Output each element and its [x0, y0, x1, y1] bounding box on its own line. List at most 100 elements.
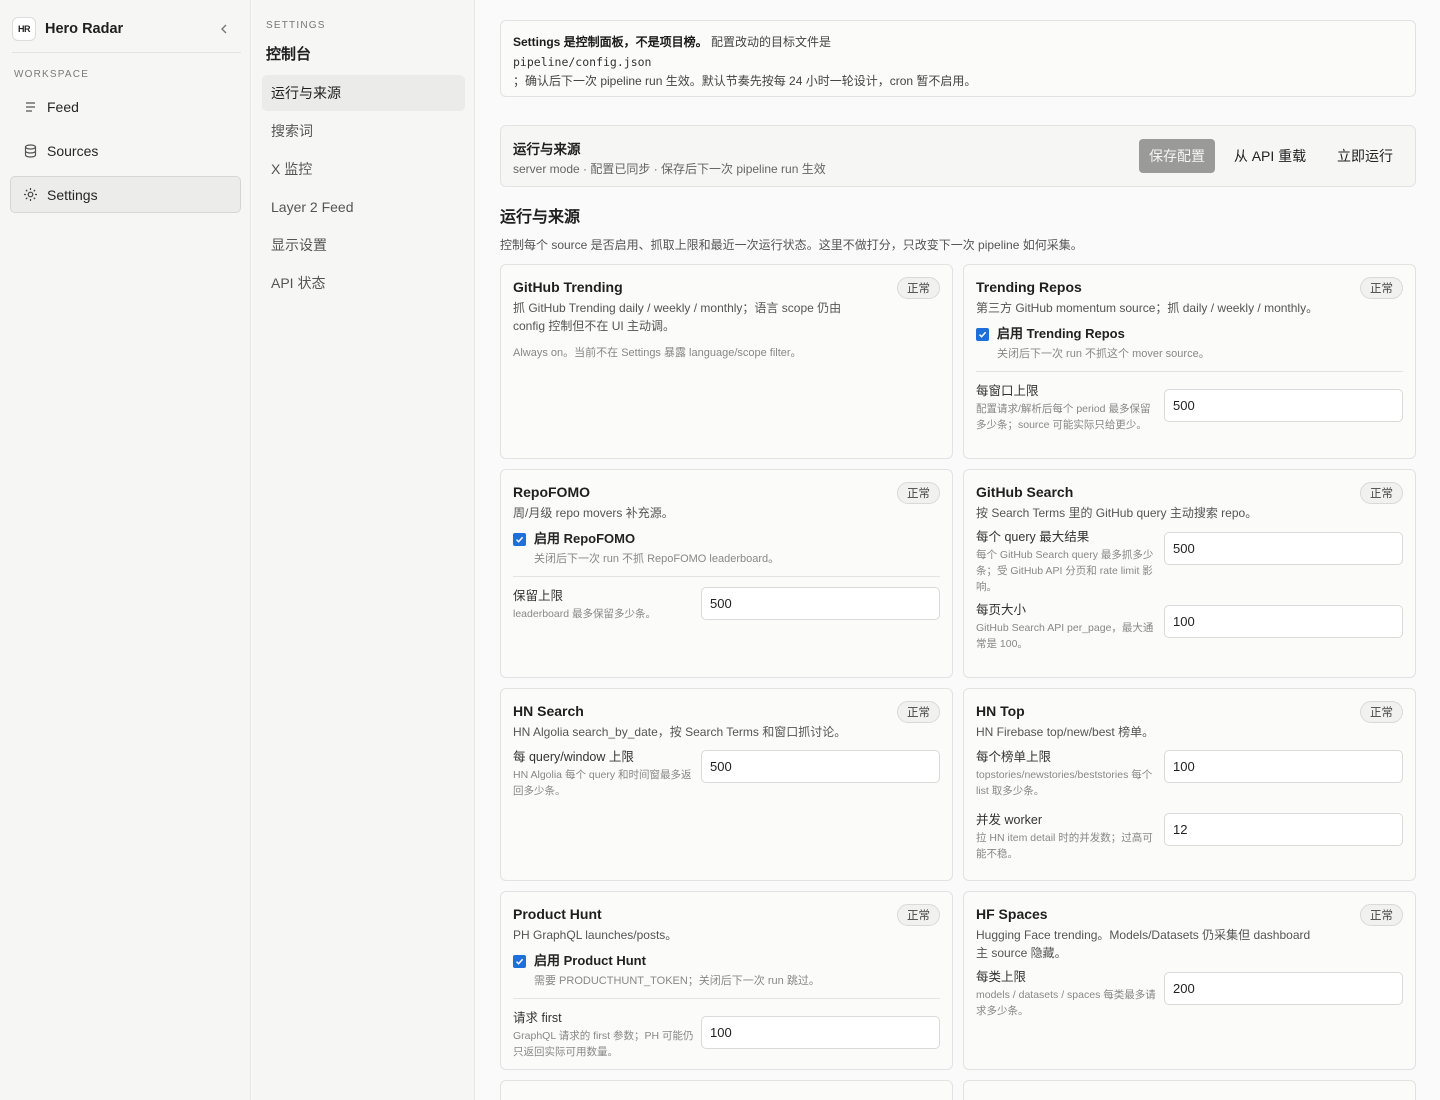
- source-card-next-left: [500, 1080, 953, 1100]
- card-description: 按 Search Terms 里的 GitHub query 主动搜索 repo…: [976, 506, 1258, 520]
- field-label: 每个 query 最大结果: [976, 530, 1090, 544]
- field-label: 每页大小: [976, 603, 1027, 617]
- status-badge: 正常: [897, 277, 940, 299]
- run-bar-title: 运行与来源: [513, 142, 581, 157]
- card-description: 周/月级 repo movers 补充源。: [513, 506, 674, 520]
- field-row: 每类上限 models / datasets / spaces 每类最多请求多少条…: [976, 968, 1403, 1019]
- status-badge: 正常: [897, 701, 940, 723]
- status-badge: 正常: [1360, 701, 1403, 723]
- card-description: 抓 GitHub Trending daily / weekly / month…: [513, 301, 842, 333]
- field-label: 每 query/window 上限: [513, 750, 634, 764]
- notice-apply-text: ；确认后下一次 pipeline run 生效。默认节奏先按每 24 小时一轮设…: [513, 74, 977, 88]
- source-card-hn-search: HN Search 正常 HN Algolia search_by_date，按 …: [500, 688, 953, 881]
- nav-item-settings[interactable]: Settings: [10, 176, 241, 213]
- gear-icon: [22, 187, 38, 203]
- run-now-button[interactable]: 立即运行: [1327, 139, 1403, 173]
- toggle-help: 需要 PRODUCTHUNT_TOKEN；关闭后下一次 run 跳过。: [534, 975, 820, 987]
- run-bar-status: server mode · 配置已同步 · 保存后下一次 pipeline ru…: [513, 162, 826, 176]
- field-help: GraphQL 请求的 first 参数；PH 可能仍只返回实际可用数量。: [513, 1030, 694, 1058]
- card-title: GitHub Trending: [513, 279, 623, 295]
- page-size-input[interactable]: 100: [1164, 605, 1403, 638]
- field-row: 每个 query 最大结果每个 GitHub Search query 最多抓多…: [976, 528, 1403, 595]
- nav-item-label: Feed: [47, 98, 79, 115]
- request-first-input[interactable]: 100: [701, 1016, 940, 1049]
- card-title: Product Hunt: [513, 906, 602, 922]
- per-window-limit-input[interactable]: 500: [1164, 389, 1403, 422]
- card-description: Hugging Face trending。Models/Datasets 仍采…: [976, 928, 1311, 960]
- field-help: models / datasets / spaces 每类最多请求多少条。: [976, 989, 1156, 1017]
- card-title: HF Spaces: [976, 906, 1048, 922]
- workspace-label: WORKSPACE: [14, 69, 90, 80]
- field-help: HN Algolia 每个 query 和时间窗最多返回多少条。: [513, 769, 692, 797]
- source-card-github-trending: GitHub Trending 正常 抓 GitHub Trending dail…: [500, 264, 953, 459]
- enable-toggle-row: 启用 Trending Repos 关闭后下一次 run 不抓这个 mover s…: [976, 325, 1403, 372]
- settings-kicker: SETTINGS: [266, 20, 326, 31]
- settings-nav-list: 运行与来源 搜索词 X 监控 Layer 2 Feed 显示设置 API 状态: [262, 75, 465, 303]
- toggle-label: 启用 Product Hunt: [534, 953, 646, 968]
- enable-trending-repos-checkbox[interactable]: [976, 328, 989, 341]
- retain-limit-input[interactable]: 500: [701, 587, 940, 620]
- field-row: 每页大小 GitHub Search API per_page，最大通常是 100…: [976, 601, 1403, 652]
- field-help: 每个 GitHub Search query 最多抓多少条；受 GitHub A…: [976, 549, 1154, 593]
- collapse-sidebar-button[interactable]: [213, 18, 235, 40]
- chevron-left-icon: [221, 24, 227, 34]
- settings-nav-item-run-sources[interactable]: 运行与来源: [262, 75, 465, 111]
- status-badge: 正常: [897, 904, 940, 926]
- check-icon: [978, 331, 987, 338]
- card-note: Always on。当前不在 Settings 暴露 language/scop…: [513, 347, 802, 359]
- status-badge: 正常: [1360, 482, 1403, 504]
- concurrent-workers-input[interactable]: 12: [1164, 813, 1403, 846]
- section-title: 运行与来源: [500, 209, 581, 226]
- source-card-github-search: GitHub Search 正常 按 Search Terms 里的 GitHub…: [963, 469, 1416, 678]
- section-description: 控制每个 source 是否启用、抓取上限和最近一次运行状态。这里不做打分，只改…: [500, 238, 1083, 252]
- settings-nav: SETTINGS 控制台 运行与来源 搜索词 X 监控 Layer 2 Feed…: [252, 0, 475, 1100]
- field-row: 请求 first GraphQL 请求的 first 参数；PH 可能仍只返回实际…: [513, 1009, 940, 1060]
- source-card-next-right: [963, 1080, 1416, 1100]
- brand[interactable]: HR Hero Radar: [12, 16, 241, 42]
- field-row: 每 query/window 上限 HN Algolia 每个 query 和时间…: [513, 748, 940, 799]
- status-badge: 正常: [1360, 904, 1403, 926]
- settings-nav-item-api-status[interactable]: API 状态: [262, 265, 465, 301]
- nav-item-sources[interactable]: Sources: [10, 132, 241, 169]
- check-icon: [515, 536, 524, 543]
- toggle-help: 关闭后下一次 run 不抓 RepoFOMO leaderboard。: [534, 553, 780, 565]
- field-help: 拉 HN item detail 时的并发数；过高可能不稳。: [976, 832, 1153, 860]
- field-label: 保留上限: [513, 589, 564, 603]
- card-title: RepoFOMO: [513, 484, 590, 500]
- per-type-limit-input[interactable]: 200: [1164, 972, 1403, 1005]
- enable-repofomo-checkbox[interactable]: [513, 533, 526, 546]
- enable-product-hunt-checkbox[interactable]: [513, 955, 526, 968]
- card-title: Trending Repos: [976, 279, 1082, 295]
- field-label: 并发 worker: [976, 813, 1042, 827]
- enable-toggle-row: 启用 RepoFOMO 关闭后下一次 run 不抓 RepoFOMO leader…: [513, 530, 940, 577]
- field-row: 每窗口上限 配置请求/解析后每个 period 最多保留多少条；source 可能…: [976, 382, 1403, 433]
- source-card-hf-spaces: HF Spaces 正常 Hugging Face trending。Models…: [963, 891, 1416, 1070]
- config-notice: Settings 是控制面板，不是项目榜。 配置改动的目标文件是 pipelin…: [500, 20, 1416, 97]
- source-card-hn-top: HN Top 正常 HN Firebase top/new/best 榜单。 每个…: [963, 688, 1416, 881]
- save-config-button[interactable]: 保存配置: [1139, 139, 1215, 173]
- field-help: topstories/newstories/beststories 每个 lis…: [976, 769, 1153, 797]
- config-path: pipeline/config.json: [513, 55, 652, 69]
- settings-nav-item-search-terms[interactable]: 搜索词: [262, 113, 465, 149]
- per-query-window-limit-input[interactable]: 500: [701, 750, 940, 783]
- status-badge: 正常: [897, 482, 940, 504]
- notice-text: 配置改动的目标文件是: [711, 35, 832, 49]
- reload-from-api-button[interactable]: 从 API 重载: [1225, 139, 1315, 173]
- per-list-limit-input[interactable]: 100: [1164, 750, 1403, 783]
- nav-item-feed[interactable]: Feed: [10, 88, 241, 125]
- nav-item-label: Settings: [47, 186, 98, 203]
- toggle-label: 启用 RepoFOMO: [534, 531, 636, 546]
- card-description: HN Algolia search_by_date，按 Search Terms…: [513, 725, 847, 739]
- card-description: 第三方 GitHub momentum source；抓 daily / wee…: [976, 301, 1319, 315]
- nav-item-label: Sources: [47, 142, 99, 159]
- sidebar: HR Hero Radar WORKSPACE Feed Sources Set…: [0, 0, 251, 1100]
- run-bar: 运行与来源 server mode · 配置已同步 · 保存后下一次 pipel…: [500, 125, 1416, 187]
- brand-logo: HR: [12, 17, 36, 41]
- settings-nav-item-x-monitor[interactable]: X 监控: [262, 151, 465, 187]
- max-results-per-query-input[interactable]: 500: [1164, 532, 1403, 565]
- card-title: HN Top: [976, 703, 1025, 719]
- card-title: GitHub Search: [976, 484, 1074, 500]
- source-card-repofomo: RepoFOMO 正常 周/月级 repo movers 补充源。 启用 Repo…: [500, 469, 953, 678]
- settings-nav-item-layer2-feed[interactable]: Layer 2 Feed: [262, 189, 465, 225]
- settings-nav-item-display[interactable]: 显示设置: [262, 227, 465, 263]
